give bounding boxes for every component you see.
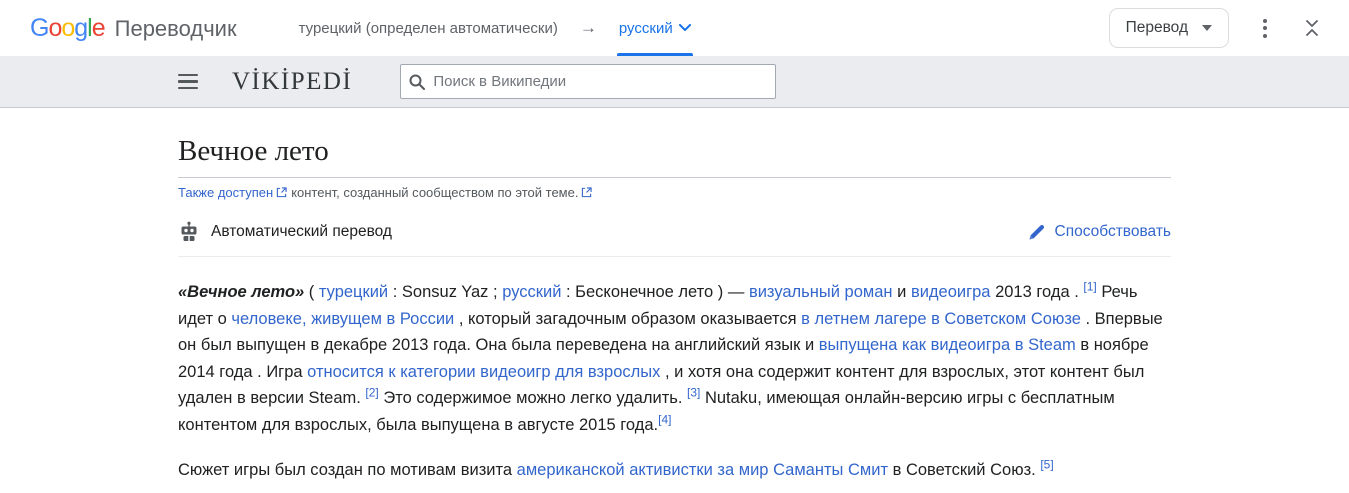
collapse-toolbar-icon[interactable]: [1301, 16, 1323, 40]
search-input[interactable]: [433, 73, 767, 90]
language-bar: турецкий (определен автоматически) → рус…: [299, 0, 691, 56]
reference-link[interactable]: [2]: [365, 386, 378, 400]
text-span: Это содержимое можно легко удалить.: [379, 389, 687, 407]
caret-down-icon: [1202, 25, 1212, 31]
reference-link[interactable]: [5]: [1040, 458, 1053, 472]
text-link[interactable]: в летнем лагере в Советском Союзе: [801, 310, 1081, 328]
reference: [5]: [1040, 458, 1053, 472]
text-link[interactable]: русский: [502, 283, 561, 301]
text-span: : Бесконечное лето ) —: [561, 283, 749, 301]
search-box[interactable]: [400, 64, 776, 99]
machine-translation-indicator: Автоматический перевод: [178, 221, 392, 243]
translation-mode-label: Перевод: [1126, 19, 1188, 37]
article-body: «Вечное лето» ( турецкий : Sonsuz Yaz ; …: [178, 279, 1171, 484]
wikipedia-header: VİKİPEDİ: [0, 56, 1349, 108]
product-name: Переводчик: [115, 16, 237, 42]
search-icon: [409, 74, 425, 90]
text-link[interactable]: визуальный роман: [749, 283, 893, 301]
toolbar-actions: Перевод: [1109, 8, 1323, 48]
text-span: Сюжет игры был создан по мотивам визита: [178, 461, 517, 479]
external-link-icon[interactable]: [581, 187, 592, 198]
text-span: 2013 года .: [991, 283, 1084, 301]
text-link[interactable]: Саманты Смит: [773, 461, 888, 479]
pencil-icon: [1027, 223, 1046, 242]
contribute-link[interactable]: Способствовать: [1027, 223, 1172, 242]
google-translate-toolbar: Google Переводчик турецкий (определен ав…: [0, 0, 1349, 56]
external-link-icon: [276, 187, 287, 198]
menu-icon[interactable]: [178, 74, 198, 89]
google-logo-letter: G: [30, 14, 48, 42]
text-link[interactable]: турецкий: [319, 283, 388, 301]
robot-icon: [178, 221, 200, 243]
chevron-down-icon: [679, 24, 691, 32]
selected-language-underline: [617, 53, 693, 56]
text-span: , который загадочным образом оказывается: [454, 310, 801, 328]
article-container: Вечное лето Также доступен контент, созд…: [178, 135, 1171, 484]
google-logo: Google: [30, 14, 105, 43]
reference-link[interactable]: [1]: [1083, 280, 1096, 294]
wikipedia-logo[interactable]: VİKİPEDİ: [232, 68, 352, 96]
google-logo-letter: e: [92, 14, 105, 42]
machine-translation-label: Автоматический перевод: [211, 223, 392, 241]
target-language-label: русский: [619, 20, 673, 37]
article-lead-term: «Вечное лето»: [178, 283, 304, 301]
translation-mode-button[interactable]: Перевод: [1109, 8, 1229, 48]
source-language-label[interactable]: турецкий (определен автоматически): [299, 20, 558, 37]
also-available-link[interactable]: Также доступен: [178, 185, 273, 200]
text-link[interactable]: выпущена как видеоигра в Steam: [819, 336, 1076, 354]
reference-link[interactable]: [3]: [687, 386, 700, 400]
google-translate-logo: Google Переводчик: [30, 14, 237, 43]
reference-link[interactable]: [4]: [658, 412, 671, 426]
google-logo-letter: g: [74, 14, 87, 42]
reference: [4]: [658, 412, 671, 426]
reference: [1]: [1083, 280, 1096, 294]
text-span: : Sonsuz Yaz ;: [388, 283, 502, 301]
target-language-selector[interactable]: русский: [619, 0, 691, 56]
also-available-text: контент, созданный сообществом по этой т…: [291, 185, 578, 200]
paragraph: «Вечное лето» ( турецкий : Sonsuz Yaz ; …: [178, 279, 1171, 438]
also-available-line: Также доступен контент, созданный сообще…: [178, 185, 1171, 200]
page-title: Вечное лето: [178, 135, 1171, 168]
text-link[interactable]: видеоигра: [911, 283, 991, 301]
text-span: (: [304, 283, 319, 301]
contribute-label: Способствовать: [1055, 223, 1172, 241]
text-link[interactable]: американской активистки за мир: [517, 461, 769, 479]
google-logo-letter: o: [48, 14, 61, 42]
title-divider: [178, 177, 1171, 178]
translation-meta-row: Автоматический перевод Способствовать: [178, 221, 1171, 256]
paragraph: Сюжет игры был создан по мотивам визита …: [178, 457, 1171, 484]
text-link[interactable]: человеке, живущем в России: [231, 310, 454, 328]
text-span: и: [893, 283, 911, 301]
text-link[interactable]: относится к категории видеоигр для взрос…: [307, 363, 660, 381]
meta-divider: [178, 256, 1171, 257]
text-span: в Советский Союз.: [888, 461, 1040, 479]
reference: [2]: [365, 386, 378, 400]
reference: [3]: [687, 386, 700, 400]
google-logo-letter: o: [61, 14, 74, 42]
more-options-icon[interactable]: [1257, 13, 1273, 44]
arrow-right-icon: →: [580, 18, 597, 38]
